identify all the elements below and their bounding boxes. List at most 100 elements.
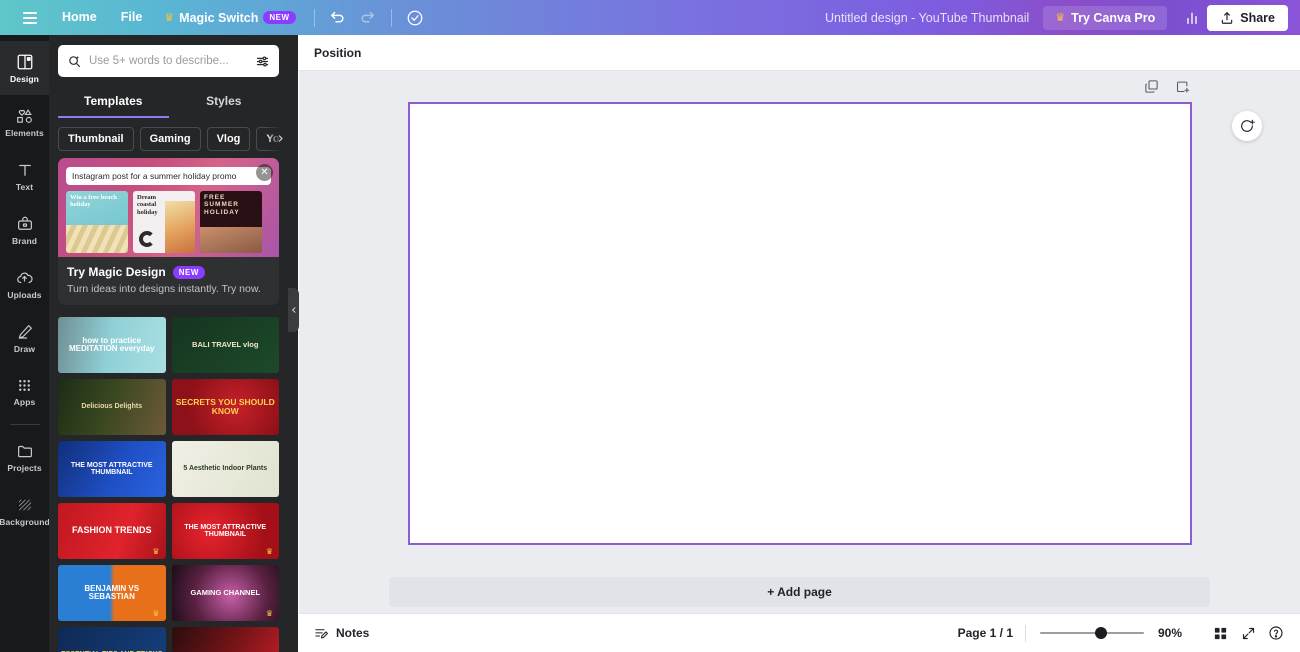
brand-icon [17,216,32,230]
design-canvas[interactable] [407,102,1192,545]
close-icon[interactable]: ✕ [256,164,273,181]
fullscreen-icon[interactable] [1234,619,1262,647]
template-card-title: SECRETS YOU SHOULD KNOW [175,397,275,416]
page-indicator: Page 1 / 1 [957,626,1013,640]
add-page-button[interactable]: + Add page [389,577,1210,607]
sidebar-item-label: Elements [5,127,44,138]
add-page-icon[interactable] [1175,79,1190,99]
sidebar-item-label: Uploads [7,289,42,300]
chip-vlog[interactable]: Vlog [206,127,251,151]
tab-templates[interactable]: Templates [58,85,169,118]
sidebar-divider [9,424,40,425]
templates-panel: Templates Styles Thumbnail Gaming Vlog Y… [49,35,288,652]
template-card[interactable]: THE MOST ATTRACTIVE THUMBNAIL ♛ [171,503,279,559]
magic-search-icon [69,55,81,67]
template-card[interactable]: BALI TRAVEL vlog [171,317,279,373]
header-divider-2 [390,8,392,27]
sidebar-item-background[interactable]: Background [0,484,50,538]
template-card[interactable]: GAMING CHANNEL ♛ [171,565,279,621]
chevron-right-icon [278,134,283,142]
page-tools-group [1144,79,1190,99]
insights-icon[interactable] [1177,3,1207,33]
panel-tabs: Templates Styles [58,85,279,118]
file-menu-item[interactable]: File [109,0,155,35]
sidebar-item-uploads[interactable]: Uploads [0,257,49,311]
template-card[interactable]: how to practice MEDITATION everyday [58,317,166,373]
pro-crown-icon: ♛ [152,546,160,556]
chevron-left-icon [291,307,295,313]
magic-design-promo-card[interactable]: Instagram post for a summer holiday prom… [58,158,279,305]
notes-button[interactable]: Notes [305,620,378,647]
template-card[interactable]: ESSENTIAL TIPS AND TRICKS [58,627,166,652]
add-comment-button[interactable] [1232,111,1262,141]
template-card[interactable]: 5 Aesthetic Indoor Plants [171,441,279,497]
template-card[interactable]: SECRETS YOU SHOULD KNOW [171,379,279,435]
collapse-panel-button[interactable] [288,288,299,332]
promo-new-badge: NEW [172,265,205,279]
pro-crown-icon: ♛ [265,546,274,556]
bottom-divider [1025,624,1026,642]
promo-preview-text: Win a free beach holiday [70,194,117,209]
position-button[interactable]: Position [304,40,371,66]
sidebar-item-brand[interactable]: Brand [0,203,49,257]
sidebar-item-label: Brand [11,235,38,246]
help-icon[interactable] [1262,619,1290,647]
search-box[interactable] [58,45,279,77]
search-input[interactable] [89,55,248,67]
decorative-image [200,227,262,253]
zoom-slider[interactable] [1040,627,1144,639]
magic-switch-button[interactable]: ♛ Magic Switch NEW [154,11,305,25]
chip-gaming[interactable]: Gaming [139,127,201,151]
template-card-title: how to practice MEDITATION everyday [68,335,155,353]
template-card[interactable]: THE MOST ATTRACTIVE THUMBNAIL [58,441,166,497]
grid-view-icon[interactable] [1206,619,1234,647]
hamburger-menu-icon[interactable] [10,0,50,35]
share-upload-icon [1222,11,1233,24]
duplicate-page-icon[interactable] [1144,79,1159,99]
chip-thumbnail[interactable]: Thumbnail [58,127,134,151]
undo-icon[interactable] [323,3,353,33]
header-left-group: Home File ♛ Magic Switch NEW [0,0,430,35]
sidebar-item-apps[interactable]: Apps [0,365,49,419]
sidebar-item-design[interactable]: Design [0,41,49,95]
promo-title: Try Magic Design [67,265,166,279]
document-title[interactable]: Untitled design - YouTube Thumbnail [825,11,1043,25]
template-card-title: 5 Aesthetic Indoor Plants [183,465,268,473]
home-menu-item[interactable]: Home [50,0,109,35]
tab-styles[interactable]: Styles [169,85,280,118]
sidebar-item-elements[interactable]: Elements [0,95,49,149]
decorative-stripe [66,225,128,253]
redo-icon[interactable] [353,3,383,33]
elements-icon [16,108,32,123]
context-toolbar: Position [299,35,1300,71]
crown-icon: ♛ [164,12,175,24]
left-sidebar-rail: Design Elements Text Brand Uploads Draw … [0,35,50,652]
draw-icon [18,324,32,339]
canvas-viewport[interactable] [299,71,1300,575]
promo-preview-text: Dream coastal holiday [137,194,158,216]
header-divider-1 [313,8,315,27]
panel-scroll-area[interactable]: Instagram post for a summer holiday prom… [49,158,288,652]
sidebar-item-label: Text [15,181,34,192]
sidebar-item-label: Design [10,73,39,84]
zoom-slider-handle[interactable] [1095,627,1108,639]
template-card[interactable]: FASHION TRENDS ♛ [58,503,166,559]
sidebar-item-draw[interactable]: Draw [0,311,49,365]
magic-switch-label: Magic Switch [179,10,259,25]
canva-editor-window: Home File ♛ Magic Switch NEW Untitled de… [0,0,1300,652]
try-canva-pro-button[interactable]: ♛ Try Canva Pro [1043,5,1168,30]
template-card[interactable]: BENJAMIN VS SEBASTIAN ♛ [58,565,166,621]
magic-switch-new-badge: NEW [263,11,296,24]
template-card[interactable]: Delicious Delights [58,379,166,435]
template-card[interactable]: PASSIVE INCOME IDEAS [171,627,279,652]
sidebar-item-text[interactable]: Text [0,149,49,203]
sidebar-item-projects[interactable]: Projects [0,430,49,484]
share-button[interactable]: Share [1207,4,1288,31]
chips-scroll-next[interactable] [266,118,288,158]
top-header-bar: Home File ♛ Magic Switch NEW Untitled de… [0,0,1300,35]
promo-preview-3: FREE SUMMER HOLIDAY [200,191,262,253]
sidebar-item-label: Background [0,516,50,527]
cloud-saved-icon[interactable] [400,3,430,33]
notes-label: Notes [336,626,370,640]
filter-sliders-icon[interactable] [255,54,270,69]
